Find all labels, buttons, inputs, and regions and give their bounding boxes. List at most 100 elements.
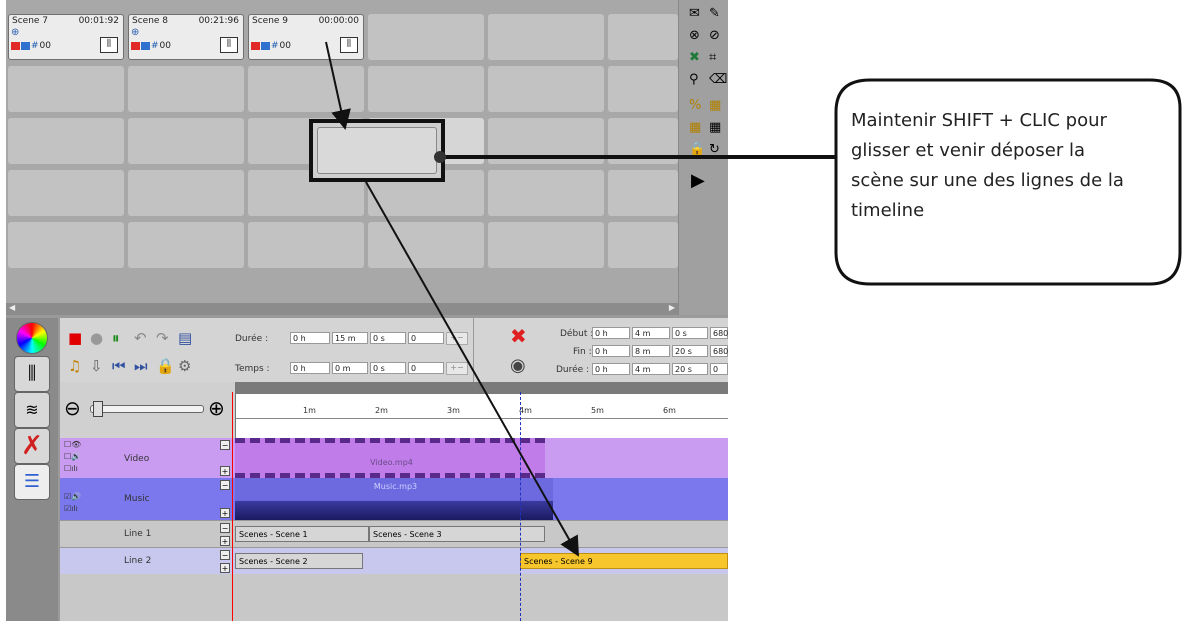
- fin-minutes-field[interactable]: 8 m: [632, 345, 670, 357]
- refresh-icon[interactable]: ↻: [709, 142, 720, 157]
- debut-frames-field[interactable]: 680: [710, 327, 728, 339]
- temps-seconds-field[interactable]: 0 s: [370, 362, 406, 374]
- link-icon[interactable]: ⊗: [689, 28, 700, 43]
- duree-frames-field[interactable]: 0: [408, 332, 444, 344]
- mail-icon[interactable]: ✉: [689, 6, 700, 21]
- dragged-scene-ghost[interactable]: [309, 119, 445, 182]
- collapse-icon[interactable]: −: [220, 480, 230, 490]
- fader-icon[interactable]: ⫼: [220, 37, 238, 53]
- empty-scene-slot[interactable]: [488, 118, 604, 164]
- timeline-empty-area[interactable]: [60, 574, 728, 621]
- empty-scene-slot[interactable]: [608, 118, 678, 164]
- grid-dark-icon[interactable]: ▦: [709, 120, 721, 135]
- clip-video[interactable]: Video.mp4: [235, 438, 545, 478]
- track-line-2[interactable]: Line 2 − + Scenes - Scene 2 Scenes - Sce…: [60, 547, 728, 575]
- unlink-icon[interactable]: ⊘: [709, 28, 720, 43]
- percent-icon[interactable]: %: [689, 98, 701, 113]
- empty-scene-slot[interactable]: [608, 170, 678, 216]
- range-duree-minutes-field[interactable]: 4 m: [632, 363, 670, 375]
- audio-icon[interactable]: ☑🔊: [64, 492, 81, 501]
- duree-hours-field[interactable]: 0 h: [290, 332, 330, 344]
- clip-scene-9[interactable]: Scenes - Scene 9: [520, 553, 728, 569]
- temps-stepper-icon[interactable]: +−: [446, 362, 468, 375]
- effects-icon[interactable]: ≋: [14, 392, 50, 428]
- skip-forward-icon[interactable]: ⏭: [134, 358, 148, 374]
- empty-scene-slot[interactable]: [368, 14, 484, 60]
- scroll-right-icon[interactable]: ▶: [669, 303, 675, 312]
- empty-scene-slot[interactable]: [128, 118, 244, 164]
- empty-scene-slot[interactable]: [488, 222, 604, 268]
- track-music[interactable]: ☑🔊 ☑ılı Music − + Music.mp3: [60, 478, 728, 520]
- empty-scene-slot[interactable]: [488, 170, 604, 216]
- skip-back-icon[interactable]: ⏮: [112, 358, 126, 374]
- scene-card-8[interactable]: Scene 8 00:21:96 ⊕ # 00 ⫼: [128, 14, 244, 60]
- pause-icon[interactable]: ⏸: [112, 330, 120, 346]
- waveform-icon[interactable]: ☑ılı: [64, 504, 78, 513]
- duree-stepper-icon[interactable]: +−: [446, 332, 468, 345]
- temps-frames-field[interactable]: 0: [408, 362, 444, 374]
- grid-select-icon[interactable]: ▦: [689, 120, 701, 135]
- download-icon[interactable]: ⇩: [90, 358, 103, 374]
- expand-icon[interactable]: ⌗: [709, 50, 716, 65]
- empty-scene-slot[interactable]: [128, 170, 244, 216]
- undo-icon[interactable]: ↶: [134, 330, 147, 346]
- empty-scene-slot[interactable]: [608, 66, 678, 112]
- zoom-out-icon[interactable]: ⊖: [64, 396, 81, 420]
- grid-icon[interactable]: ▦: [709, 98, 721, 113]
- empty-scene-slot[interactable]: [608, 222, 678, 268]
- record-icon[interactable]: ●: [90, 330, 103, 346]
- debut-hours-field[interactable]: 0 h: [592, 327, 630, 339]
- music-note-icon[interactable]: ♫: [68, 358, 81, 374]
- visibility-icon[interactable]: ☐👁: [64, 440, 81, 449]
- clip-scene-1[interactable]: Scenes - Scene 1: [235, 526, 369, 542]
- zoom-slider[interactable]: [90, 401, 204, 417]
- empty-scene-slot[interactable]: [368, 222, 484, 268]
- scene-card-7[interactable]: Scene 7 00:01:92 ⊕ # 00 ⫼: [8, 14, 124, 60]
- fin-hours-field[interactable]: 0 h: [592, 345, 630, 357]
- play-scene-icon[interactable]: ▶: [691, 170, 705, 191]
- fader-icon[interactable]: ⫼: [100, 37, 118, 53]
- grid-horizontal-scrollbar[interactable]: ◀ ▶: [6, 303, 678, 315]
- zoom-in-icon[interactable]: ⊕: [208, 396, 225, 420]
- curve-icon[interactable]: ✗: [14, 428, 50, 464]
- track-line-1[interactable]: Line 1 − + Scenes - Scene 1 Scenes - Sce…: [60, 520, 728, 548]
- expand-icon[interactable]: +: [220, 466, 230, 476]
- delete-range-icon[interactable]: ✖: [510, 326, 527, 346]
- list-icon[interactable]: ▤: [178, 330, 192, 346]
- playhead[interactable]: [232, 392, 233, 621]
- debut-seconds-field[interactable]: 0 s: [672, 327, 708, 339]
- empty-scene-slot[interactable]: [8, 118, 124, 164]
- fin-seconds-field[interactable]: 20 s: [672, 345, 708, 357]
- timeline-icon[interactable]: ☰: [14, 464, 50, 500]
- empty-scene-slot[interactable]: [128, 222, 244, 268]
- empty-scene-slot[interactable]: [248, 66, 364, 112]
- cross-tool-icon[interactable]: ✖: [689, 50, 700, 65]
- color-wheel-icon[interactable]: [16, 322, 48, 354]
- redo-icon[interactable]: ↷: [156, 330, 169, 346]
- lock-icon[interactable]: 🔒: [156, 358, 175, 374]
- clip-music[interactable]: Music.mp3: [235, 478, 553, 520]
- expand-icon[interactable]: +: [220, 536, 230, 546]
- bin-icon[interactable]: ⌫: [709, 72, 727, 87]
- range-duree-frames-field[interactable]: 0: [710, 363, 728, 375]
- empty-scene-slot[interactable]: [488, 66, 604, 112]
- expand-icon[interactable]: +: [220, 563, 230, 573]
- scene-card-9[interactable]: Scene 9 00:00:00 # 00 ⫼: [248, 14, 364, 60]
- stop-icon[interactable]: ■: [68, 330, 82, 346]
- collapse-icon[interactable]: −: [220, 523, 230, 533]
- track-video[interactable]: ☐👁 ☐🔊 ☐ılı Video − + Video.mp4: [60, 438, 728, 478]
- palette-icon[interactable]: ◉: [510, 357, 526, 375]
- clip-scene-2[interactable]: Scenes - Scene 2: [235, 553, 363, 569]
- clip-scene-3[interactable]: Scenes - Scene 3: [369, 526, 545, 542]
- lock-icon[interactable]: 🔒: [689, 142, 705, 157]
- fader-icon[interactable]: ⫼: [340, 37, 358, 53]
- duree-seconds-field[interactable]: 0 s: [370, 332, 406, 344]
- range-duree-seconds-field[interactable]: 20 s: [672, 363, 708, 375]
- temps-hours-field[interactable]: 0 h: [290, 362, 330, 374]
- waveform-icon[interactable]: ☐ılı: [64, 464, 78, 473]
- empty-scene-slot[interactable]: [128, 66, 244, 112]
- duree-minutes-field[interactable]: 15 m: [332, 332, 368, 344]
- collapse-icon[interactable]: −: [220, 550, 230, 560]
- zoom-slider-handle[interactable]: [93, 401, 103, 417]
- timeline-scrollbar[interactable]: [236, 382, 728, 394]
